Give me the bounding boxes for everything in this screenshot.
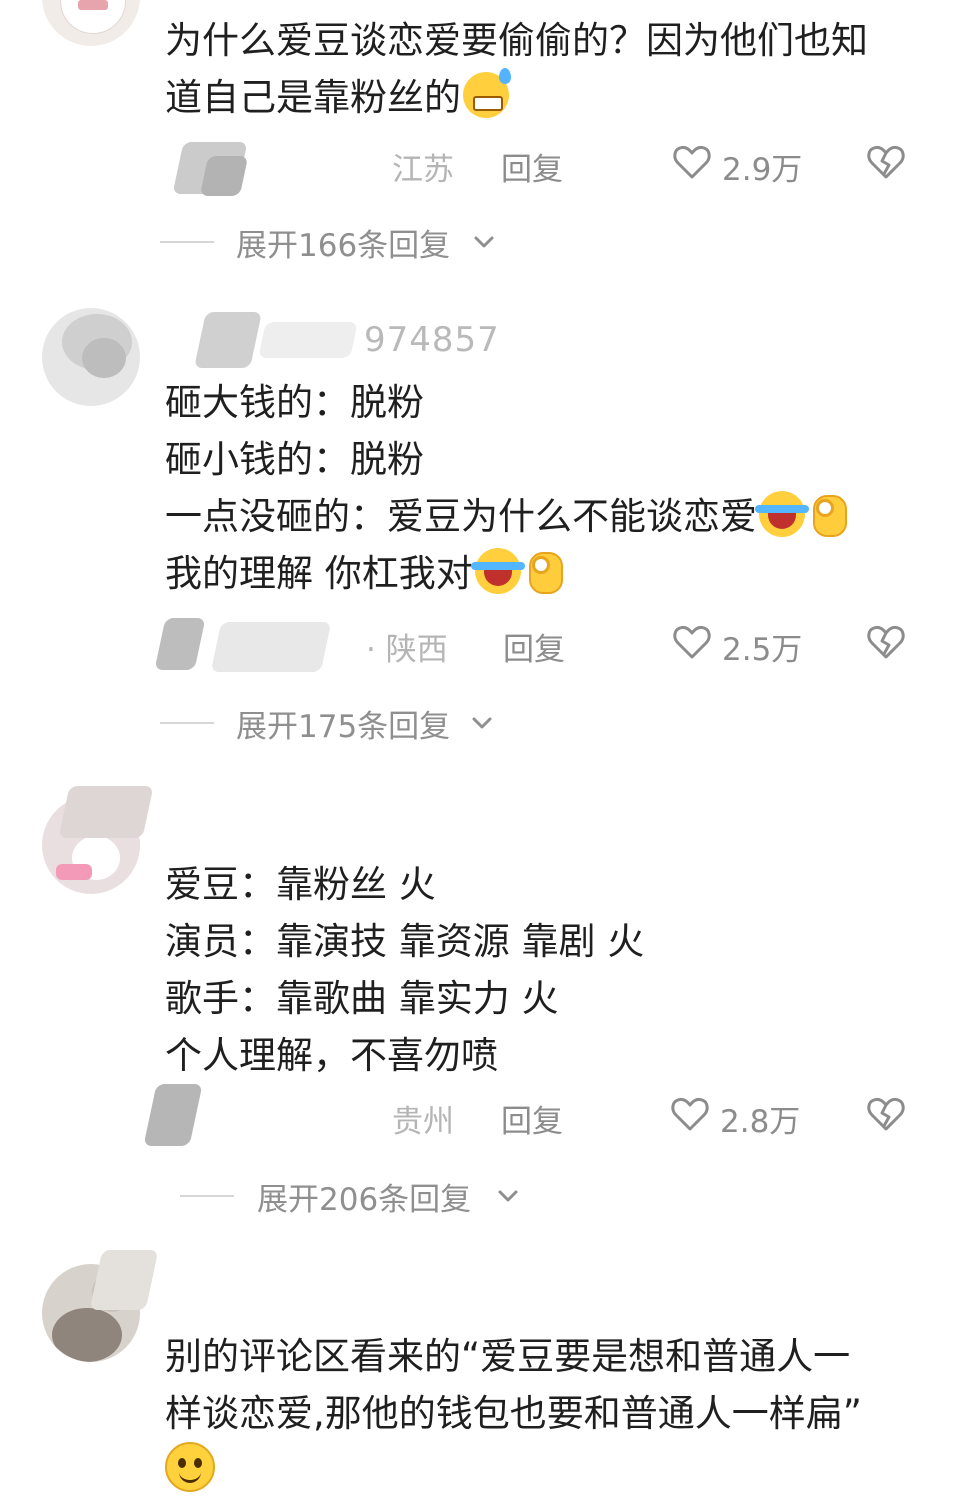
expand-replies-button[interactable]: 展开166条回复 — [0, 220, 520, 264]
blurred-username — [89, 1250, 159, 1310]
comment-text: 为什么爱豆谈恋爱要偷偷的？因为他们也知 道自己是靠粉丝的 — [165, 12, 925, 126]
comment-line-text: 道自己是靠粉丝的 — [165, 76, 461, 119]
heart-outline-icon[interactable] — [672, 142, 712, 182]
like-count: 2.9万 — [722, 152, 803, 188]
heart-outline-icon[interactable] — [670, 1094, 710, 1134]
comment-line: 歌手：靠歌曲 靠实力 火 — [165, 977, 559, 1020]
like-count: 2.8万 — [720, 1104, 801, 1140]
reply-button[interactable]: 回复 — [501, 1096, 563, 1141]
chevron-down-icon — [474, 236, 494, 248]
ok-hand-emoji-icon — [523, 548, 569, 594]
comment-line: 样谈恋爱,那他的钱包也要和普通人一样扁” — [165, 1392, 862, 1435]
comment-line: 一点没砸的：爱豆为什么不能谈恋爱 — [165, 488, 925, 545]
comment-text: 砸大钱的：脱粉 砸小钱的：脱粉 一点没砸的：爱豆为什么不能谈恋爱 我的理解 你杠… — [165, 374, 925, 602]
comment-meta-row: 贵州 回复 2.8万 — [0, 1084, 960, 1146]
comment-line: 砸小钱的：脱粉 — [165, 438, 424, 481]
broken-heart-icon[interactable] — [866, 142, 906, 182]
broken-heart-icon[interactable] — [866, 1094, 906, 1134]
comment-line: 爱豆：靠粉丝 火 — [165, 863, 436, 906]
comment-line-text: 一点没砸的：爱豆为什么不能谈恋爱 — [165, 495, 757, 538]
chevron-down-icon — [498, 1190, 518, 1202]
location-label: 江苏 — [392, 152, 454, 188]
blurred-username — [194, 312, 262, 368]
divider — [160, 722, 214, 724]
comment-line: 我的理解 你杠我对 — [165, 545, 925, 602]
avatar[interactable] — [42, 308, 140, 406]
reply-button[interactable]: 回复 — [501, 144, 563, 189]
blurred-username — [58, 786, 154, 838]
comment-line: 别的评论区看来的“爱豆要是想和普通人一 — [165, 1335, 851, 1378]
comment-meta-row: 江苏 回复 2.9万 — [0, 138, 960, 196]
ok-hand-emoji-icon — [807, 491, 853, 537]
comment-line: 道自己是靠粉丝的 — [165, 68, 925, 126]
reply-button[interactable]: 回复 — [503, 624, 565, 669]
blurred-username — [154, 618, 206, 670]
comment-text: 别的评论区看来的“爱豆要是想和普通人一 样谈恋爱,那他的钱包也要和普通人一样扁” — [165, 1328, 925, 1500]
avatar[interactable] — [42, 0, 140, 46]
blurred-username — [210, 622, 332, 672]
expand-replies-label: 展开175条回复 — [236, 709, 451, 745]
comment-line: 砸大钱的：脱粉 — [165, 381, 424, 424]
location-label: 贵州 — [392, 1104, 454, 1140]
broken-heart-icon[interactable] — [866, 622, 906, 662]
comment-line — [165, 1442, 925, 1500]
blurred-username — [143, 1084, 203, 1146]
laughing-crying-emoji-icon — [470, 548, 525, 594]
like-count: 2.5万 — [722, 632, 803, 668]
divider — [180, 1195, 234, 1197]
expand-replies-label: 展开206条回复 — [257, 1182, 472, 1218]
heart-outline-icon[interactable] — [672, 622, 712, 662]
comment-line: 演员：靠演技 靠资源 靠剧 火 — [165, 920, 645, 963]
username[interactable]: 974857 — [364, 320, 500, 360]
location-label: · 陕西 — [366, 632, 448, 668]
expand-replies-label: 展开166条回复 — [236, 228, 451, 264]
expand-replies-button[interactable]: 展开175条回复 — [0, 701, 520, 745]
blurred-username — [258, 322, 358, 358]
comment-line: 为什么爱豆谈恋爱要偷偷的？因为他们也知 — [165, 19, 868, 62]
comment-line: 个人理解，不喜勿喷 — [165, 1034, 498, 1077]
laughing-crying-emoji-icon — [755, 491, 809, 537]
comment-line-text: 我的理解 你杠我对 — [165, 552, 473, 595]
chevron-down-icon — [472, 717, 492, 729]
comment-meta-row: · 陕西 回复 2.5万 — [0, 618, 960, 672]
smiling-face-emoji-icon — [165, 1442, 215, 1492]
sweat-smile-emoji-icon — [463, 68, 511, 118]
divider — [160, 241, 214, 243]
blurred-username — [199, 156, 249, 196]
expand-replies-button[interactable]: 展开206条回复 — [0, 1174, 540, 1218]
comment-text: 爱豆：靠粉丝 火 演员：靠演技 靠资源 靠剧 火 歌手：靠歌曲 靠实力 火 个人… — [165, 856, 925, 1084]
